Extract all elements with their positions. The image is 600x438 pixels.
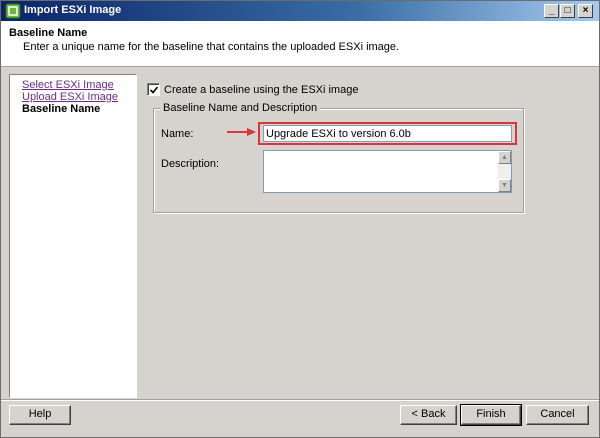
scroll-up-icon[interactable]: ▲ <box>498 151 511 164</box>
finish-button[interactable]: Finish <box>460 404 522 426</box>
vsphere-app-icon <box>5 3 21 19</box>
scroll-down-icon[interactable]: ▼ <box>498 179 511 192</box>
close-button[interactable]: × <box>578 4 593 18</box>
step-upload-esxi-image[interactable]: Upload ESXi Image <box>22 91 118 103</box>
name-input[interactable] <box>263 125 512 142</box>
back-button[interactable]: < Back <box>400 405 457 425</box>
minimize-button[interactable]: _ <box>544 4 559 18</box>
description-scrollbar[interactable]: ▲ ▼ <box>498 151 511 192</box>
checkmark-icon <box>149 86 159 94</box>
create-baseline-checkbox[interactable] <box>147 83 160 96</box>
step-select-esxi-image[interactable]: Select ESXi Image <box>22 79 114 91</box>
wizard-header: Baseline Name Enter a unique name for th… <box>1 21 599 67</box>
description-label: Description: <box>161 158 220 170</box>
group-legend: Baseline Name and Description <box>160 102 321 114</box>
cancel-button[interactable]: Cancel <box>526 405 589 425</box>
description-textarea[interactable]: ▲ ▼ <box>263 150 512 193</box>
title-bar[interactable]: Import ESXi Image _ □ × <box>1 1 599 21</box>
page-subtitle: Enter a unique name for the baseline tha… <box>23 41 400 53</box>
import-esxi-image-dialog: Import ESXi Image _ □ × Baseline Name En… <box>0 0 600 438</box>
red-arrow-icon <box>227 128 256 136</box>
create-baseline-label: Create a baseline using the ESXi image <box>164 84 359 96</box>
footer-divider <box>1 399 599 401</box>
name-label: Name: <box>161 128 194 140</box>
window-title: Import ESXi Image <box>24 4 122 16</box>
page-title: Baseline Name <box>9 27 88 39</box>
help-button[interactable]: Help <box>9 405 71 425</box>
wizard-steps-panel: Select ESXi Image Upload ESXi Image Base… <box>9 74 137 398</box>
step-baseline-name: Baseline Name <box>22 103 101 115</box>
maximize-button[interactable]: □ <box>560 4 575 18</box>
